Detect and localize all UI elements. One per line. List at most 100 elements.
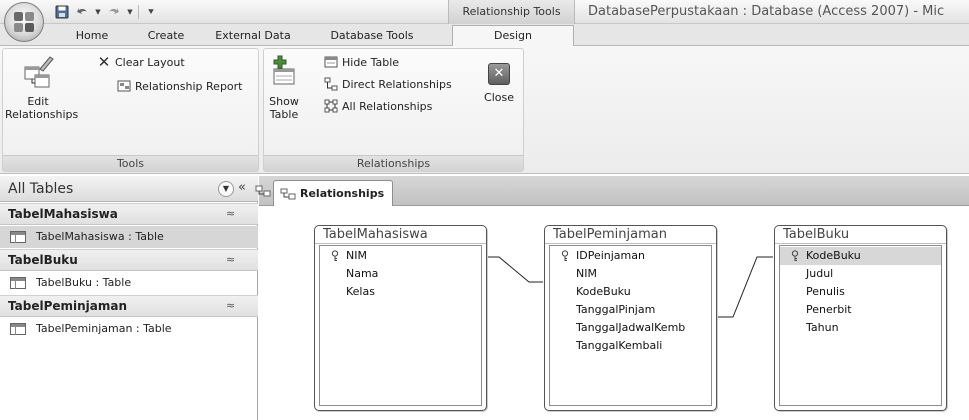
field-name: Kelas (346, 285, 375, 298)
field-list-title[interactable]: TabelPeminjaman (545, 226, 716, 244)
chevron-down-icon[interactable]: ▼ (126, 4, 134, 20)
field-item-selected[interactable]: KodeBuku (780, 247, 941, 265)
field-item[interactable]: KodeBuku (550, 283, 711, 301)
field-list-tabelpeminjaman[interactable]: TabelPeminjaman IDPeinjaman NIM KodeBuku… (544, 225, 717, 411)
redo-icon[interactable] (106, 4, 122, 20)
nav-item-tabelbuku-table[interactable]: TabelBuku : Table (0, 272, 258, 294)
office-button[interactable] (4, 2, 44, 42)
field-name: TanggalPinjam (576, 303, 656, 316)
collapse-pane-icon[interactable]: « (238, 180, 246, 195)
direct-relationships-icon (324, 77, 338, 91)
undo-icon[interactable] (74, 4, 90, 20)
field-name: NIM (576, 267, 597, 280)
edit-relationships-label: Edit Relationships (5, 95, 79, 121)
show-table-button[interactable]: Show Table (268, 55, 300, 121)
field-name: Judul (806, 267, 834, 280)
primary-key-icon (560, 250, 570, 262)
field-item[interactable]: Penerbit (780, 301, 941, 319)
field-item[interactable]: TanggalJadwalKemb (550, 319, 711, 337)
field-item[interactable]: Judul (780, 265, 941, 283)
hide-table-button[interactable]: Hide Table (324, 53, 399, 71)
field-item[interactable]: Kelas (320, 283, 481, 301)
tab-relationships-label: Relationships (300, 187, 385, 200)
relationship-line-kodebuku (717, 256, 773, 318)
navigation-pane: All Tables ▼ « TabelMahasiswa ≈ TabelMah… (0, 176, 258, 420)
field-list-box[interactable]: NIM Nama Kelas (319, 245, 482, 406)
field-name: Tahun (806, 321, 839, 334)
customize-toolbar-icon[interactable]: ⯆ (143, 4, 159, 20)
chevron-down-icon[interactable]: ▼ (94, 4, 102, 20)
nav-item-label: TabelPeminjaman : Table (36, 322, 172, 335)
relationships-group-label: Relationships (264, 155, 523, 171)
field-item[interactable]: Tahun (780, 319, 941, 337)
field-list-box[interactable]: IDPeinjaman NIM KodeBuku TanggalPinjam T… (549, 245, 712, 406)
field-name: KodeBuku (576, 285, 631, 298)
close-icon: ✕ (488, 63, 510, 85)
window-title: DatabasePerpustakaan : Database (Access … (588, 4, 945, 19)
field-name: TanggalKembali (576, 339, 663, 352)
clear-layout-label: Clear Layout (115, 55, 185, 69)
relationship-report-button[interactable]: Relationship Report (117, 77, 243, 95)
nav-pane-menu-chevron-icon[interactable]: ▼ (218, 181, 234, 197)
field-name: Nama (346, 267, 379, 280)
nav-item-label: TabelMahasiswa : Table (36, 230, 164, 243)
field-item[interactable]: NIM (320, 247, 481, 265)
show-table-label-line2: Table (269, 108, 299, 121)
field-list-box[interactable]: KodeBuku Judul Penulis Penerbit Tahun (779, 245, 942, 406)
relationship-tools-context-label: Relationship Tools (448, 0, 575, 24)
tab-external-data[interactable]: External Data (207, 26, 299, 46)
chevron-up-icon[interactable]: ≈ (226, 207, 235, 220)
field-item[interactable]: IDPeinjaman (550, 247, 711, 265)
close-button[interactable]: ✕ Close (482, 63, 516, 104)
nav-group-tabelpeminjaman[interactable]: TabelPeminjaman ≈ (0, 295, 258, 317)
relationships-canvas[interactable]: TabelMahasiswa NIM Nama Kelas TabelPemin… (259, 207, 969, 420)
field-list-tabelbuku[interactable]: TabelBuku KodeBuku Judul Penulis Penerbi… (774, 225, 947, 411)
all-relationships-button[interactable]: All Relationships (324, 97, 432, 115)
show-table-icon (270, 55, 298, 89)
field-item[interactable]: Penulis (780, 283, 941, 301)
relationships-window-icon (255, 184, 271, 201)
field-item[interactable]: TanggalKembali (550, 337, 711, 355)
all-relationships-label: All Relationships (342, 99, 433, 113)
tools-group-label: Tools (3, 155, 258, 171)
quick-access-toolbar: ▼ ▼ ⯆ (54, 3, 159, 21)
table-icon (10, 323, 26, 335)
field-list-title[interactable]: TabelBuku (775, 226, 946, 244)
ribbon: Edit Relationships ✕ Clear Layout Relati… (0, 46, 969, 174)
field-item[interactable]: Nama (320, 265, 481, 283)
title-bar: ▼ ▼ ⯆ Relationship Tools DatabasePerpust… (0, 0, 969, 24)
nav-pane-header[interactable]: All Tables ▼ « (0, 176, 258, 202)
field-list-title[interactable]: TabelMahasiswa (315, 226, 486, 244)
show-table-label-line1: Show (269, 95, 299, 108)
nav-group-tabelmahasiswa[interactable]: TabelMahasiswa ≈ (0, 203, 258, 225)
chevron-up-icon[interactable]: ≈ (226, 299, 235, 312)
nav-group-tabelbuku[interactable]: TabelBuku ≈ (0, 249, 258, 271)
tab-home[interactable]: Home (62, 26, 122, 46)
field-name: Penerbit (806, 303, 852, 316)
relationships-tab-icon (280, 188, 296, 200)
close-label: Close (484, 91, 514, 104)
field-name: TanggalJadwalKemb (576, 321, 686, 334)
field-name: IDPeinjaman (576, 249, 645, 262)
clear-layout-button[interactable]: ✕ Clear Layout (97, 53, 185, 71)
tab-design[interactable]: Design (452, 25, 574, 47)
tab-database-tools[interactable]: Database Tools (322, 26, 422, 46)
document-tab-bar: Relationships (255, 176, 969, 206)
document-area: Relationships TabelMahasiswa NIM Nama Ke… (255, 176, 969, 420)
field-item[interactable]: TanggalPinjam (550, 301, 711, 319)
field-name: NIM (346, 249, 367, 262)
edit-relationships-button[interactable]: Edit Relationships (5, 55, 79, 121)
report-icon (117, 79, 131, 93)
field-item[interactable]: NIM (550, 265, 711, 283)
chevron-up-icon[interactable]: ≈ (226, 253, 235, 266)
field-name: KodeBuku (806, 249, 861, 262)
direct-relationships-button[interactable]: Direct Relationships (324, 75, 452, 93)
nav-item-tabelpeminjaman-table[interactable]: TabelPeminjaman : Table (0, 318, 258, 340)
tab-relationships[interactable]: Relationships (273, 180, 393, 206)
office-logo-icon (13, 11, 35, 33)
nav-item-tabelmahasiswa-table[interactable]: TabelMahasiswa : Table (0, 226, 258, 248)
save-icon[interactable] (54, 4, 70, 20)
tab-create[interactable]: Create (136, 26, 196, 46)
field-list-tabelmahasiswa[interactable]: TabelMahasiswa NIM Nama Kelas (314, 225, 487, 411)
relationship-line-nim (487, 256, 543, 283)
